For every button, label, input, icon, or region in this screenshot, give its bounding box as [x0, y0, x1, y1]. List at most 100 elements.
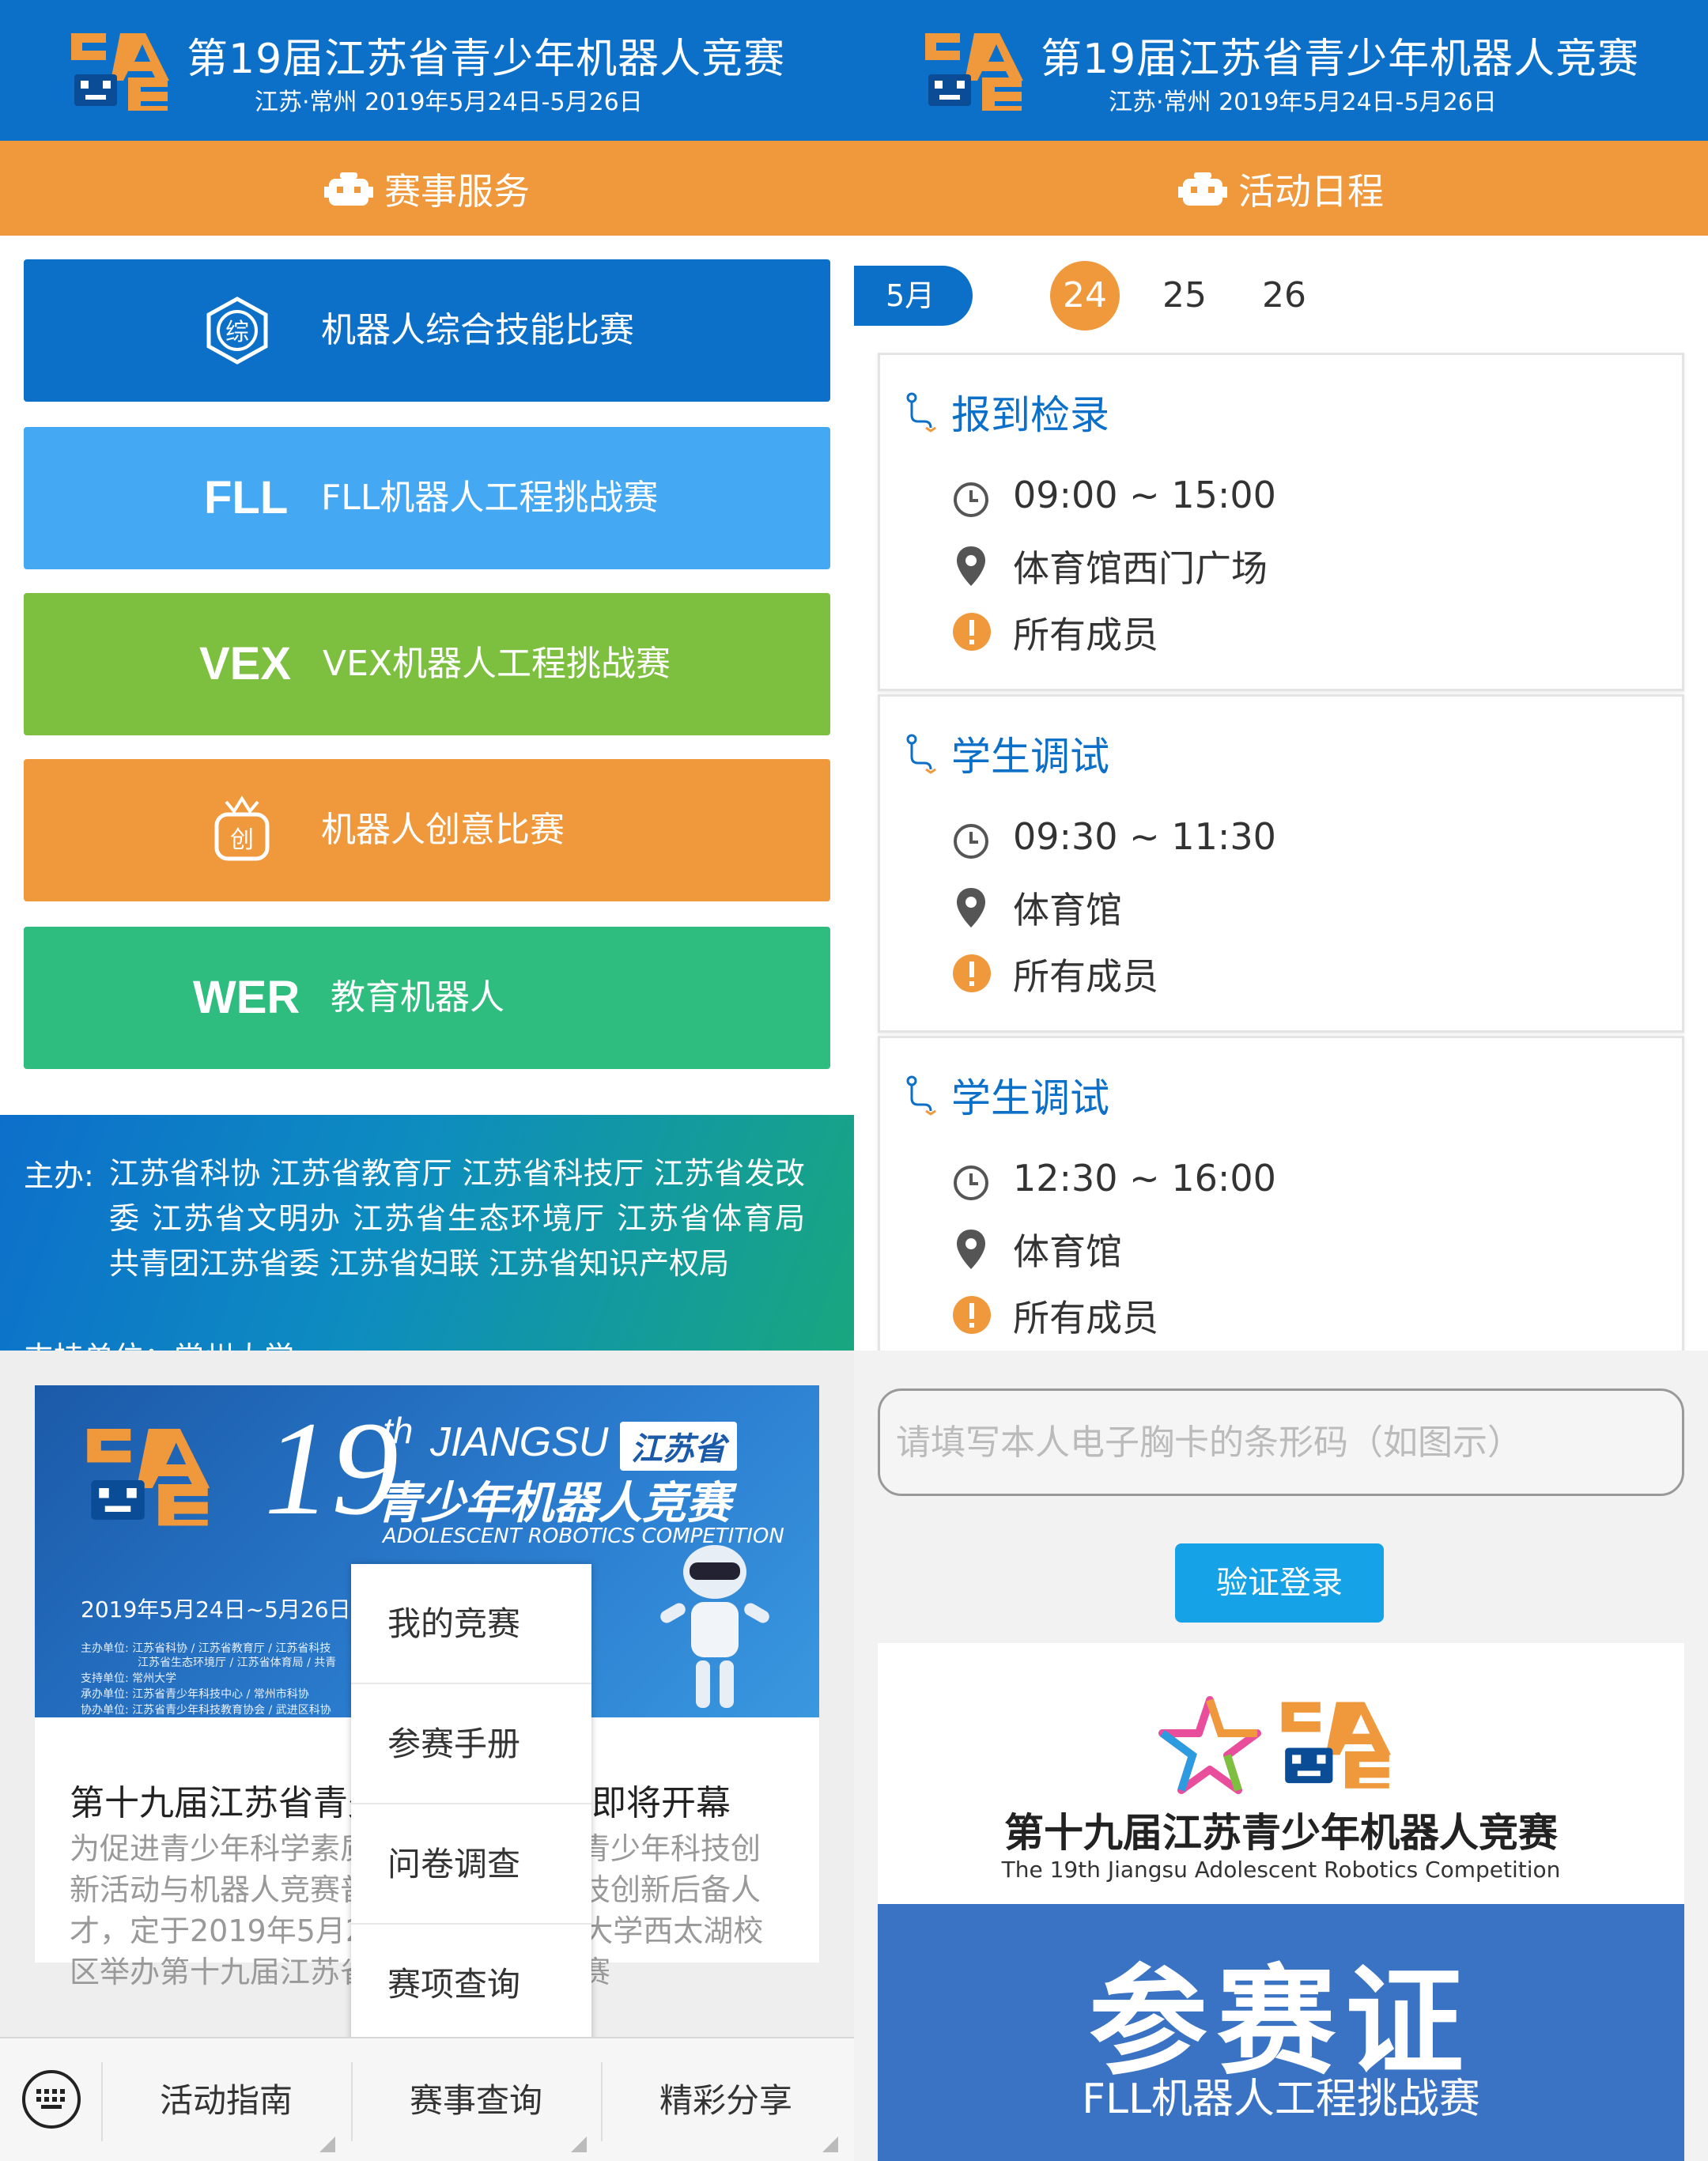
service-card-vex[interactable]: VEX VEX机器人工程挑战赛	[24, 593, 830, 735]
verify-login-button[interactable]: 验证登录	[1175, 1543, 1384, 1623]
sponsor-text: 江苏省科协 江苏省教育厅 江苏省科技厅 江苏省发改委 江苏省文明办 江苏省生态环…	[109, 1156, 805, 1281]
banner-th: th	[383, 1410, 414, 1451]
banner-jiangsu-en: JIANGSU	[430, 1419, 609, 1465]
service-label: 教育机器人	[331, 977, 504, 1018]
banner-fine-line: 支持单位: 常州大学	[81, 1672, 177, 1685]
submenu-indicator-icon	[319, 2136, 335, 2152]
event-place: 体育馆西门广场	[1013, 547, 1268, 590]
event-card[interactable]: 报到检录 09:00 ~ 15:00 体育馆西门广场 所有成员	[878, 353, 1684, 691]
cae-logo-icon	[1281, 1702, 1392, 1789]
keyboard-keys-icon	[36, 2089, 65, 2109]
login-screen: 验证登录 第十九届江苏青少年机器人竞赛 The 19th Jiangsu Ado…	[854, 1351, 1708, 2161]
route-icon	[906, 734, 936, 774]
event-time: 09:30 ~ 11:30	[1013, 815, 1276, 858]
robot-icon	[324, 172, 373, 206]
barcode-input[interactable]	[878, 1388, 1684, 1496]
service-label: FLL机器人工程挑战赛	[321, 478, 659, 518]
event-card[interactable]: 学生调试 12:30 ~ 16:00 体育馆 所有成员	[878, 1036, 1684, 1351]
clock-icon	[954, 824, 988, 859]
month-tab[interactable]: 5月	[854, 266, 973, 326]
services-screen: 第19届江苏省青少年机器人竞赛 江苏·常州 2019年5月24日-5月26日 赛…	[0, 0, 854, 1351]
banner-jiangsu-cn: 江苏省	[620, 1422, 737, 1471]
section-bar: 赛事服务	[0, 141, 854, 236]
banner-date: 2019年5月24日~5月26日	[81, 1596, 351, 1623]
badge-competition: FLL机器人工程挑战赛	[1082, 2076, 1480, 2123]
badge-title: 第十九届江苏青少年机器人竞赛	[1004, 1810, 1558, 1856]
service-card-fll[interactable]: FLL FLL机器人工程挑战赛	[24, 427, 830, 569]
badge-image-top: 第十九届江苏青少年机器人竞赛 The 19th Jiangsu Adolesce…	[878, 1643, 1684, 1904]
service-code: WER	[193, 972, 300, 1023]
banner-title-cn: 青少年机器人竞赛	[376, 1478, 731, 1529]
svg-text:创: 创	[230, 826, 254, 854]
keyboard-icon[interactable]	[22, 2070, 81, 2129]
banner-fine-line: 协办单位: 江苏省青少年科技教育协会 / 武进区科协	[81, 1704, 331, 1717]
submenu-indicator-icon	[822, 2136, 838, 2152]
banner-fine-line: 承办单位: 江苏省青少年科技中心 / 常州市科协	[81, 1688, 309, 1701]
alert-icon	[953, 613, 991, 651]
bottom-menu-bar: 活动指南 赛事查询 精彩分享	[0, 2037, 854, 2161]
cae-logo-icon	[87, 1429, 210, 1526]
submenu-indicator-icon	[571, 2136, 587, 2152]
banner-fine-line: 江苏省生态环境厅 / 江苏省体育局 / 共青	[138, 1657, 337, 1669]
event-attendees: 所有成员	[1013, 955, 1158, 998]
location-pin-icon	[957, 546, 985, 586]
service-card-wer[interactable]: WER 教育机器人	[24, 927, 830, 1069]
menu-divider	[101, 2062, 103, 2141]
menu-event-query[interactable]: 赛事查询	[357, 2038, 595, 2161]
article-screen: 19 th JIANGSU 江苏省 青少年机器人竞赛 ADOLESCENT RO…	[0, 1351, 854, 2161]
zong-icon: 综	[206, 297, 268, 365]
day-tab-25[interactable]: 25	[1150, 261, 1219, 331]
sponsor-label: 主办:	[24, 1158, 94, 1193]
service-card-zonghe[interactable]: 综 机器人综合技能比赛	[24, 259, 830, 402]
badge-subtitle-en: The 19th Jiangsu Adolescent Robotics Com…	[1001, 1857, 1561, 1883]
route-icon	[906, 1075, 936, 1116]
robot-figure-icon	[660, 1545, 769, 1708]
route-icon	[906, 392, 936, 433]
service-label: 机器人创意比赛	[321, 810, 565, 850]
app-subtitle: 江苏·常州 2019年5月24日-5月26日	[1109, 89, 1497, 116]
banner-fine-line: 主办单位: 江苏省科协 / 江苏省教育厅 / 江苏省科技	[81, 1642, 331, 1655]
app-header: 第19届江苏省青少年机器人竞赛 江苏·常州 2019年5月24日-5月26日	[854, 0, 1708, 141]
event-time: 09:00 ~ 15:00	[1013, 474, 1276, 516]
event-title: 学生调试	[951, 1075, 1109, 1121]
event-attendees: 所有成员	[1013, 614, 1158, 656]
sponsor-block: 主办: 江苏省科协 江苏省教育厅 江苏省科技厅 江苏省发改委 江苏省文明办 江苏…	[0, 1115, 854, 1351]
event-title: 报到检录	[951, 392, 1109, 438]
clock-icon	[954, 1166, 988, 1200]
event-card[interactable]: 学生调试 09:30 ~ 11:30 体育馆 所有成员	[878, 694, 1684, 1033]
day-tab-26[interactable]: 26	[1249, 261, 1319, 331]
location-pin-icon	[957, 1230, 985, 1269]
menu-activity-guide[interactable]: 活动指南	[108, 2038, 345, 2161]
day-tab-24[interactable]: 24	[1050, 261, 1120, 331]
menu-item-my-competition[interactable]: 我的竞赛	[351, 1564, 591, 1684]
menu-item-handbook[interactable]: 参赛手册	[351, 1684, 591, 1804]
robot-icon	[1178, 172, 1227, 206]
app-subtitle: 江苏·常州 2019年5月24日-5月26日	[255, 89, 643, 116]
menu-highlights[interactable]: 精彩分享	[607, 2038, 845, 2161]
cae-logo-icon	[925, 33, 1023, 111]
alert-icon	[953, 1296, 991, 1334]
service-card-chuangyi[interactable]: 创 机器人创意比赛	[24, 759, 830, 901]
app-title: 第19届江苏省青少年机器人竞赛	[1041, 36, 1640, 83]
event-attendees: 所有成员	[1013, 1297, 1158, 1339]
menu-divider	[601, 2062, 603, 2141]
event-place: 体育馆	[1013, 1230, 1122, 1273]
location-pin-icon	[957, 888, 985, 927]
cae-logo-icon	[71, 33, 169, 111]
section-title: 赛事服务	[384, 170, 530, 213]
app-header: 第19届江苏省青少年机器人竞赛 江苏·常州 2019年5月24日-5月26日	[0, 0, 854, 141]
svg-text:综: 综	[225, 319, 249, 346]
star-logo-icon	[1158, 1696, 1261, 1794]
event-title: 学生调试	[951, 734, 1109, 780]
schedule-screen: 第19届江苏省青少年机器人竞赛 江苏·常州 2019年5月24日-5月26日 活…	[854, 0, 1708, 1351]
menu-divider	[351, 2062, 353, 2141]
support-label: 支持单位：常州大学	[24, 1333, 294, 1351]
menu-item-survey[interactable]: 问卷调查	[351, 1804, 591, 1925]
event-place: 体育馆	[1013, 889, 1122, 931]
menu-item-event-query[interactable]: 赛项查询	[351, 1925, 591, 2045]
chuang-icon: 创	[214, 795, 270, 861]
app-title: 第19届江苏省青少年机器人竞赛	[187, 36, 786, 83]
service-code: VEX	[199, 638, 292, 689]
event-time: 12:30 ~ 16:00	[1013, 1157, 1276, 1200]
alert-icon	[953, 954, 991, 992]
